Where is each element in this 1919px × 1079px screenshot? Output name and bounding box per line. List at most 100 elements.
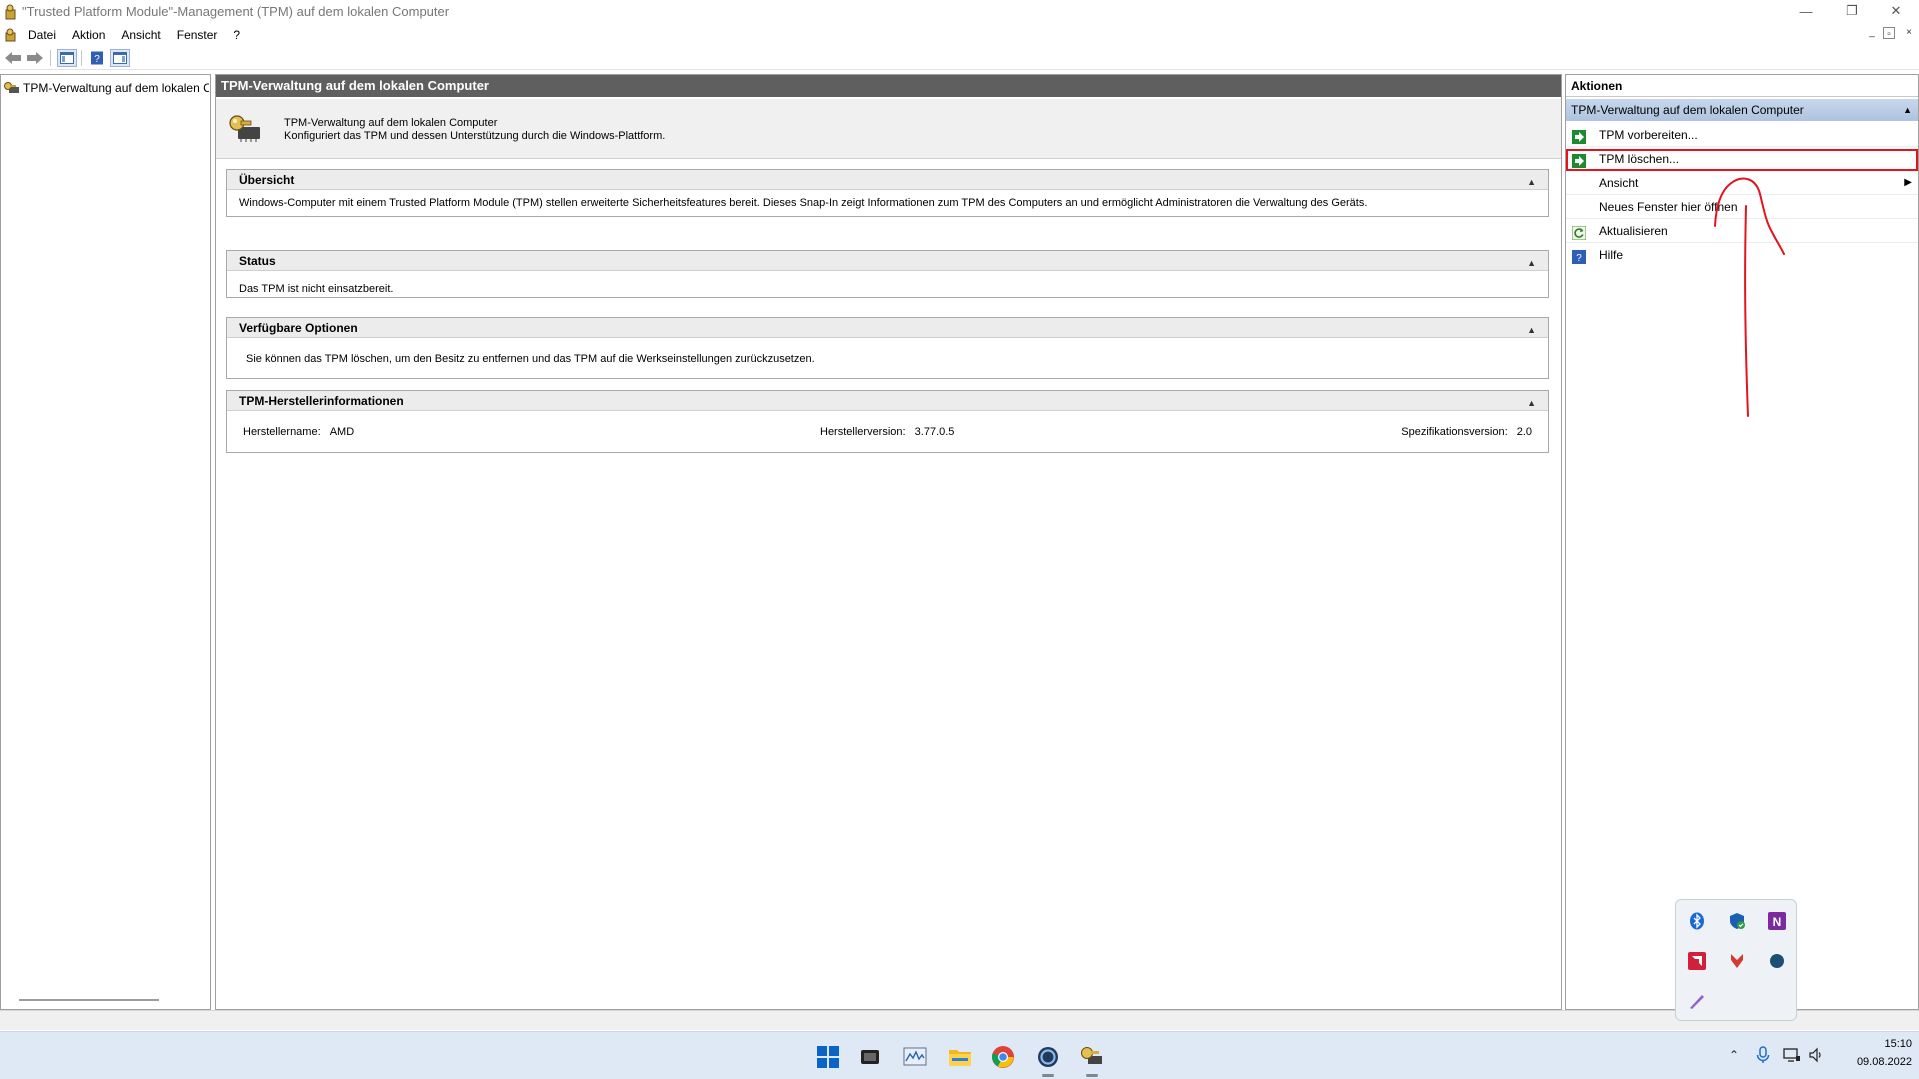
title-bar: "Trusted Platform Module"-Management (TP… xyxy=(0,0,1919,24)
status-bar xyxy=(0,1010,1919,1030)
collapse-icon[interactable]: ▲ xyxy=(1903,99,1912,121)
show-hidden-icons-chevron-icon[interactable]: ⌃ xyxy=(1727,1048,1741,1062)
hand-drawn-arrow xyxy=(1714,177,1785,417)
cortana-icon[interactable] xyxy=(1033,1042,1063,1072)
restore-button[interactable]: ❐ xyxy=(1829,0,1875,22)
mmc-app-icon[interactable] xyxy=(4,28,18,42)
tpm-console-icon[interactable] xyxy=(1077,1042,1107,1072)
menu-help[interactable]: ? xyxy=(225,25,248,45)
manufacturer-section-header[interactable]: TPM-Herstellerinformationen ▲ xyxy=(227,391,1548,411)
manufacturer-name-row: Herstellername: AMD xyxy=(243,426,354,438)
close-button[interactable]: ✕ xyxy=(1873,0,1919,22)
mdi-close-button[interactable]: × xyxy=(1902,26,1916,40)
bluetooth-icon[interactable] xyxy=(1684,908,1710,934)
help-icon: ? xyxy=(1572,248,1586,264)
microphone-icon[interactable] xyxy=(1755,1046,1771,1064)
options-section-header[interactable]: Verfügbare Optionen ▲ xyxy=(227,318,1548,338)
center-pane: TPM-Verwaltung auf dem lokalen Computer … xyxy=(215,74,1562,1010)
start-icon[interactable] xyxy=(813,1042,843,1072)
action-label: Ansicht xyxy=(1599,176,1639,190)
window-title: "Trusted Platform Module"-Management (TP… xyxy=(22,4,450,19)
help-book-icon[interactable]: ? xyxy=(87,49,107,67)
collapse-icon[interactable]: ▲ xyxy=(1527,393,1536,413)
action-label: Hilfe xyxy=(1599,248,1624,262)
pen-icon[interactable] xyxy=(1684,988,1710,1014)
toolbar: ? xyxy=(0,46,1919,70)
center-header: TPM-Verwaltung auf dem lokalen Computer xyxy=(216,75,1561,97)
clock-date[interactable]: 09.08.2022 xyxy=(1838,1056,1912,1068)
show-hide-tree-icon[interactable] xyxy=(57,49,77,67)
overview-section-header[interactable]: Übersicht ▲ xyxy=(227,170,1548,190)
tpm-key-icon xyxy=(4,81,20,95)
options-section: Verfügbare Optionen ▲ Sie können das TPM… xyxy=(226,317,1549,379)
mdi-restore-button[interactable]: ▫ xyxy=(1883,27,1895,40)
forward-arrow-icon[interactable] xyxy=(25,49,45,67)
spec-version-value: 2.0 xyxy=(1516,426,1532,438)
action-tpm-vorbereiten[interactable]: TPM vorbereiten... xyxy=(1566,123,1918,147)
description-band: TPM-Verwaltung auf dem lokalen Computer … xyxy=(216,99,1561,159)
clock-time[interactable]: 15:10 xyxy=(1858,1038,1912,1050)
status-section-title: Status xyxy=(239,254,276,268)
dark-circle-icon[interactable] xyxy=(1764,948,1790,974)
spec-version-row: Spezifikationsversion: 2.0 xyxy=(1401,426,1532,438)
toolbar-separator xyxy=(50,50,51,66)
overview-section: Übersicht ▲ Windows-Computer mit einem T… xyxy=(226,169,1549,217)
taskbar: ⌃ 15:10 09.08.2022 xyxy=(0,1031,1919,1079)
collapse-icon[interactable]: ▲ xyxy=(1527,253,1536,273)
amd-icon[interactable] xyxy=(1684,948,1710,974)
collapse-icon[interactable]: ▲ xyxy=(1527,172,1536,192)
tree-item-label: TPM-Verwaltung auf dem lokalen Computer xyxy=(23,81,209,95)
tray-overflow-popup: N xyxy=(1675,899,1797,1021)
manufacturer-name-value: AMD xyxy=(329,426,355,438)
manufacturer-name-label: Herstellername: xyxy=(243,426,321,438)
options-text: Sie können das TPM löschen, um den Besit… xyxy=(246,353,815,365)
menu-ansicht[interactable]: Ansicht xyxy=(113,25,168,45)
red-arrow-app-icon[interactable] xyxy=(1724,948,1750,974)
status-section: Status ▲ Das TPM ist nicht einsatzbereit… xyxy=(226,250,1549,298)
performance-monitor-icon[interactable] xyxy=(900,1042,930,1072)
actions-group-label: TPM-Verwaltung auf dem lokalen Computer xyxy=(1571,103,1804,117)
task-view-icon[interactable] xyxy=(855,1042,885,1072)
menu-aktion[interactable]: Aktion xyxy=(64,25,113,45)
file-explorer-icon[interactable] xyxy=(945,1042,975,1072)
collapse-icon[interactable]: ▲ xyxy=(1527,320,1536,340)
actions-title: Aktionen xyxy=(1566,75,1918,97)
submenu-arrow-icon: ▶ xyxy=(1904,177,1912,188)
manufacturer-section: TPM-Herstellerinformationen ▲ Hersteller… xyxy=(226,390,1549,453)
menu-datei[interactable]: Datei xyxy=(20,25,64,45)
chrome-icon[interactable] xyxy=(988,1042,1018,1072)
show-hide-action-pane-icon[interactable] xyxy=(110,49,130,67)
menu-bar: Datei Aktion Ansicht Fenster ? xyxy=(0,24,1919,46)
action-label: TPM vorbereiten... xyxy=(1599,128,1698,142)
description-text: Konfiguriert das TPM und dessen Unterstü… xyxy=(284,130,666,142)
status-section-header[interactable]: Status ▲ xyxy=(227,251,1548,271)
status-text: Das TPM ist nicht einsatzbereit. xyxy=(239,283,394,295)
manufacturer-version-label: Herstellerversion: xyxy=(820,426,906,438)
svg-text:N: N xyxy=(1773,915,1782,929)
tree-item-tpm[interactable]: TPM-Verwaltung auf dem lokalen Computer xyxy=(4,79,209,97)
volume-icon[interactable] xyxy=(1808,1047,1824,1063)
onenote-icon[interactable]: N xyxy=(1764,908,1790,934)
console-tree-pane: TPM-Verwaltung auf dem lokalen Computer xyxy=(0,74,211,1010)
actions-group-header[interactable]: TPM-Verwaltung auf dem lokalen Computer … xyxy=(1566,99,1918,121)
minimize-button[interactable]: — xyxy=(1783,0,1829,22)
action-label: Aktualisieren xyxy=(1599,224,1668,238)
tree-horizontal-scrollbar[interactable] xyxy=(19,999,159,1001)
running-indicator xyxy=(1042,1074,1054,1077)
green-action-icon xyxy=(1572,128,1586,144)
highlight-box xyxy=(1566,149,1918,171)
menu-fenster[interactable]: Fenster xyxy=(169,25,226,45)
network-icon[interactable] xyxy=(1783,1047,1801,1063)
mdi-minimize-button[interactable]: _ xyxy=(1865,26,1879,40)
description-title: TPM-Verwaltung auf dem lokalen Computer xyxy=(284,117,498,129)
svg-text:?: ? xyxy=(1576,253,1582,264)
manufacturer-version-value: 3.77.0.5 xyxy=(914,426,955,438)
refresh-icon xyxy=(1571,224,1587,241)
spec-version-label: Spezifikationsversion: xyxy=(1401,426,1508,438)
back-arrow-icon[interactable] xyxy=(3,49,23,67)
defender-icon[interactable] xyxy=(1724,908,1750,934)
svg-text:?: ? xyxy=(94,54,100,65)
options-section-title: Verfügbare Optionen xyxy=(239,321,358,335)
manufacturer-version-row: Herstellerversion: 3.77.0.5 xyxy=(820,426,954,438)
tpm-console-icon xyxy=(4,4,18,20)
